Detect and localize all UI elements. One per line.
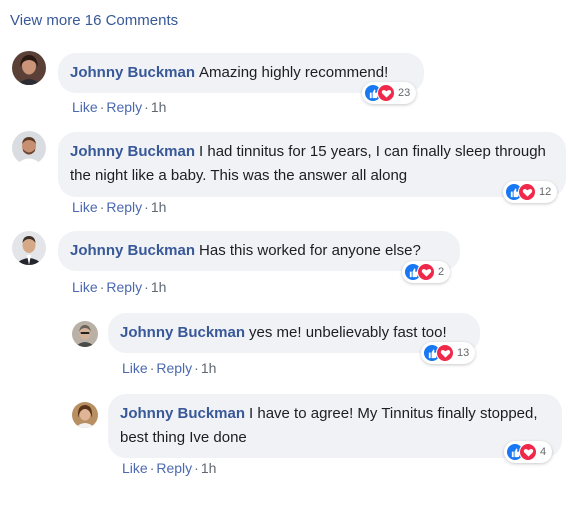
like-link[interactable]: Like [72, 99, 98, 115]
comment-author[interactable]: Johnny Buckman [120, 324, 245, 341]
comment-actions: Like · Reply · 1h [122, 460, 217, 476]
comment-text: Amazing highly recommend! [199, 64, 389, 81]
heart-icon [519, 443, 537, 461]
avatar[interactable] [12, 131, 46, 165]
comment-author[interactable]: Johnny Buckman [70, 242, 195, 259]
heart-icon [518, 183, 536, 201]
comment-actions: Like · Reply · 1h [72, 279, 167, 295]
reaction-summary[interactable]: 4 [504, 441, 553, 463]
comment-actions: Like · Reply · 1h [72, 99, 167, 115]
comment-actions: Like · Reply · 1h [122, 360, 217, 376]
comment-time[interactable]: 1h [151, 279, 167, 295]
comment-time[interactable]: 1h [151, 99, 167, 115]
heart-icon [377, 84, 395, 102]
reply-link[interactable]: Reply [156, 460, 192, 476]
avatar[interactable] [72, 402, 98, 428]
reaction-summary[interactable]: 23 [362, 82, 417, 104]
like-link[interactable]: Like [122, 460, 148, 476]
reply-link[interactable]: Reply [106, 199, 142, 215]
comment-text: Has this worked for anyone else? [199, 242, 421, 259]
reaction-summary[interactable]: 13 [421, 342, 476, 364]
like-link[interactable]: Like [72, 279, 98, 295]
reply-link[interactable]: Reply [156, 360, 192, 376]
comment-time[interactable]: 1h [201, 460, 217, 476]
reaction-count: 12 [539, 186, 552, 198]
heart-icon [417, 263, 435, 281]
reaction-count: 2 [438, 266, 445, 278]
reply-link[interactable]: Reply [106, 279, 142, 295]
avatar[interactable] [72, 321, 98, 347]
reaction-count: 4 [540, 446, 547, 458]
comment-author[interactable]: Johnny Buckman [70, 64, 195, 81]
comment-text: yes me! unbelievably fast too! [249, 324, 447, 341]
reaction-count: 13 [457, 347, 470, 359]
heart-icon [436, 344, 454, 362]
reply-link[interactable]: Reply [106, 99, 142, 115]
view-more-comments-link[interactable]: View more 16 Comments [10, 12, 178, 29]
avatar[interactable] [12, 231, 46, 265]
like-link[interactable]: Like [72, 199, 98, 215]
comment-bubble: Johnny Buckman I have to agree! My Tinnit… [108, 394, 562, 458]
like-link[interactable]: Like [122, 360, 148, 376]
reaction-summary[interactable]: 2 [402, 261, 451, 283]
reaction-count: 23 [398, 87, 411, 99]
comment-author[interactable]: Johnny Buckman [120, 405, 245, 422]
comment-bubble: Johnny Buckman I had tinnitus for 15 year… [58, 132, 566, 197]
comment-actions: Like · Reply · 1h [72, 199, 167, 215]
comment-bubble: Johnny Buckman Has this worked for anyone… [58, 231, 460, 271]
reaction-summary[interactable]: 12 [503, 181, 558, 203]
comment-time[interactable]: 1h [201, 360, 217, 376]
avatar[interactable] [12, 51, 46, 85]
comment-time[interactable]: 1h [151, 199, 167, 215]
comment-author[interactable]: Johnny Buckman [70, 143, 195, 160]
